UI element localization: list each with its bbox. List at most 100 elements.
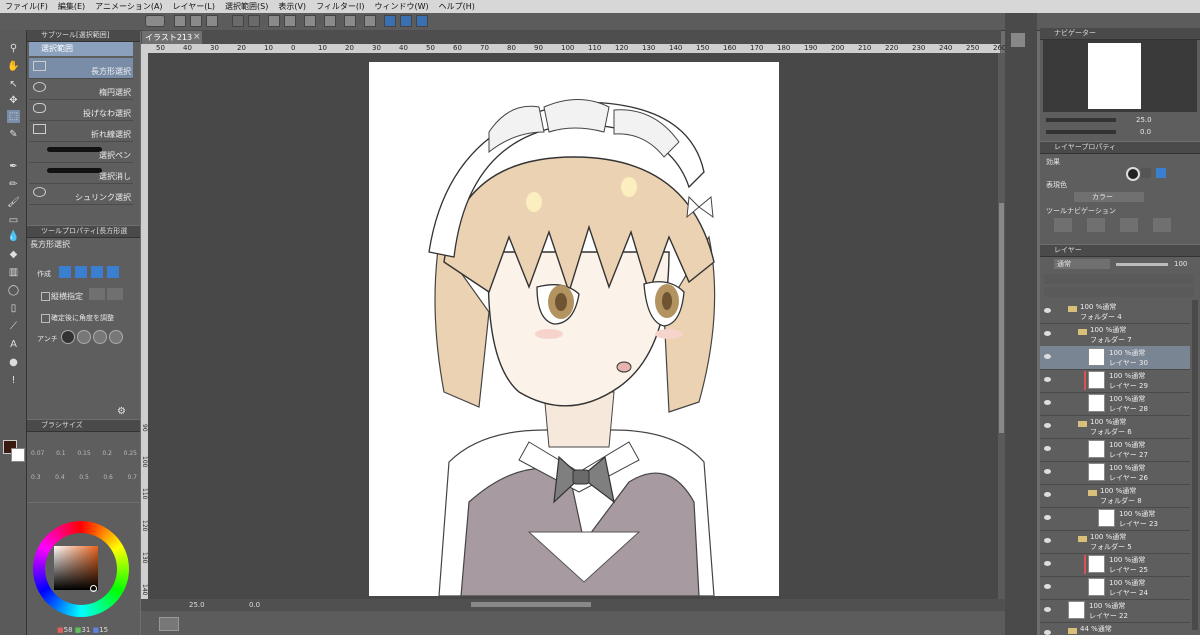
menu-filter[interactable]: フィルター(I) <box>311 1 369 12</box>
brush-size-preset[interactable]: 0.25 <box>124 450 137 457</box>
opacity-slider[interactable] <box>1116 263 1168 266</box>
dock-toggle-icon[interactable] <box>1011 33 1025 47</box>
saturation-value-square[interactable] <box>54 546 98 590</box>
subtract-selection-icon[interactable] <box>91 266 103 278</box>
navigator-zoom[interactable]: 25.0 <box>1136 116 1152 124</box>
antialias-weak-option[interactable] <box>77 330 91 344</box>
folder-icon[interactable] <box>1068 628 1077 634</box>
subtool-lasso-select[interactable]: 投げなわ選択 <box>29 100 133 121</box>
canvas-angle-value[interactable]: 0.0 <box>249 601 260 609</box>
zoom-tool-icon[interactable]: ⚲ <box>7 42 20 55</box>
transform-icon[interactable] <box>268 15 280 27</box>
pen-tool-icon[interactable]: ✒ <box>7 160 20 173</box>
scrollbar-thumb[interactable] <box>999 203 1004 433</box>
intersect-selection-icon[interactable] <box>107 266 119 278</box>
visibility-eye-icon[interactable] <box>1044 446 1051 451</box>
visibility-eye-icon[interactable] <box>1044 607 1051 612</box>
layer-folder-row[interactable]: 44 %通常 <box>1040 622 1190 635</box>
deselect-icon[interactable] <box>364 15 376 27</box>
move-icon[interactable] <box>284 15 296 27</box>
brush-size-preset[interactable]: 0.15 <box>77 450 90 457</box>
text-tool-icon[interactable]: A <box>7 338 20 351</box>
fill-icon[interactable] <box>324 15 336 27</box>
menu-file[interactable]: ファイル(F) <box>0 1 53 12</box>
navigator-zoom-slider[interactable] <box>1046 118 1116 122</box>
aspect-checkbox[interactable] <box>41 292 50 301</box>
brush-size-preset[interactable]: 0.6 <box>103 474 113 481</box>
layer-preview-icon[interactable] <box>159 617 179 631</box>
visibility-eye-icon[interactable] <box>1044 630 1051 635</box>
visibility-eye-icon[interactable] <box>1044 561 1051 566</box>
visibility-eye-icon[interactable] <box>1044 469 1051 474</box>
subtool-selection-pen[interactable]: 選択ペン <box>29 142 133 163</box>
sub-color-swatch[interactable] <box>11 448 25 462</box>
antialias-strong-option[interactable] <box>109 330 123 344</box>
menu-window[interactable]: ウィンドウ(W) <box>370 1 434 12</box>
eraser-tool-icon[interactable]: ▭ <box>7 214 20 227</box>
close-tab-icon[interactable]: × <box>193 32 201 42</box>
eyedropper-tool-icon[interactable]: ✎ <box>7 128 20 141</box>
aspect-ratio-select[interactable] <box>107 288 123 300</box>
effect-border-icon[interactable] <box>1126 167 1140 181</box>
visibility-eye-icon[interactable] <box>1044 354 1051 359</box>
folder-icon[interactable] <box>1078 329 1087 335</box>
navigator-angle[interactable]: 0.0 <box>1140 128 1151 136</box>
menu-selection[interactable]: 選択範囲(S) <box>220 1 273 12</box>
layer-row[interactable]: 100 %通常 レイヤー 27 <box>1040 438 1190 462</box>
visibility-eye-icon[interactable] <box>1044 515 1051 520</box>
snap-grid-icon[interactable] <box>416 15 428 27</box>
menu-layer[interactable]: レイヤー(L) <box>168 1 220 12</box>
vertical-scrollbar[interactable] <box>998 53 1005 599</box>
color-picker-cursor[interactable] <box>90 585 97 592</box>
subtool-group-tab[interactable]: 選択範囲 <box>29 42 133 56</box>
adjust-angle-checkbox[interactable] <box>41 314 50 323</box>
add-selection-icon[interactable] <box>75 266 87 278</box>
layer-scrollbar[interactable] <box>1192 300 1198 630</box>
brush-size-preset[interactable]: 0.4 <box>55 474 65 481</box>
visibility-eye-icon[interactable] <box>1044 377 1051 382</box>
subtool-ellipse-select[interactable]: 楕円選択 <box>29 79 133 100</box>
gradient-tool-icon[interactable]: ▥ <box>7 266 20 279</box>
expression-color-select[interactable]: カラー <box>1074 192 1144 202</box>
subtool-rect-select[interactable]: 長方形選択 <box>29 58 133 79</box>
visibility-eye-icon[interactable] <box>1044 400 1051 405</box>
layer-folder-row[interactable]: 100 %通常 フォルダー 4 <box>1040 300 1190 324</box>
layer-row[interactable]: 100 %通常 レイヤー 30 <box>1040 346 1190 370</box>
brush-size-preset[interactable]: 0.7 <box>127 474 137 481</box>
aspect-mode-select[interactable] <box>89 288 105 300</box>
open-file-icon[interactable] <box>190 15 202 27</box>
fill-tool-icon[interactable]: ◆ <box>7 248 20 261</box>
folder-icon[interactable] <box>1088 490 1097 496</box>
brush-size-preset[interactable]: 0.2 <box>102 450 112 457</box>
brush-size-preset[interactable]: 0.3 <box>31 474 41 481</box>
new-selection-icon[interactable] <box>59 266 71 278</box>
opacity-value[interactable]: 100 <box>1174 260 1187 268</box>
layer-folder-row[interactable]: 100 %通常 フォルダー 6 <box>1040 415 1190 439</box>
visibility-eye-icon[interactable] <box>1044 538 1051 543</box>
layer-row[interactable]: 100 %通常 レイヤー 28 <box>1040 392 1190 416</box>
blend-mode-select[interactable]: 通常 <box>1054 259 1110 269</box>
toolnav-button-3[interactable] <box>1120 218 1138 232</box>
visibility-eye-icon[interactable] <box>1044 423 1051 428</box>
snap-ruler-icon[interactable] <box>384 15 396 27</box>
operation-tool-icon[interactable]: ↖ <box>7 78 20 91</box>
menu-edit[interactable]: 編集(E) <box>53 1 90 12</box>
blend-tool-icon[interactable]: 💧 <box>7 230 20 243</box>
snap-special-icon[interactable] <box>400 15 412 27</box>
canvas-paper[interactable] <box>369 62 779 597</box>
app-logo-icon[interactable] <box>145 15 165 27</box>
effect-tone-icon[interactable] <box>1141 168 1151 178</box>
selection-tool-icon[interactable]: ⬚ <box>7 110 20 123</box>
menu-animation[interactable]: アニメーション(A) <box>90 1 167 12</box>
layer-row[interactable]: 100 %通常 レイヤー 23 <box>1040 507 1190 531</box>
pencil-tool-icon[interactable]: ✏ <box>7 178 20 191</box>
subtool-shrink-select[interactable]: シュリンク選択 <box>29 184 133 205</box>
hand-tool-icon[interactable]: ✋ <box>7 60 20 73</box>
folder-icon[interactable] <box>1078 421 1087 427</box>
balloon-tool-icon[interactable]: ● <box>7 356 20 369</box>
layer-row[interactable]: 100 %通常 レイヤー 26 <box>1040 461 1190 485</box>
visibility-eye-icon[interactable] <box>1044 308 1051 313</box>
new-file-icon[interactable] <box>174 15 186 27</box>
layer-row[interactable]: 100 %通常 レイヤー 25 <box>1040 553 1190 577</box>
correct-line-tool-icon[interactable]: ! <box>7 374 20 387</box>
